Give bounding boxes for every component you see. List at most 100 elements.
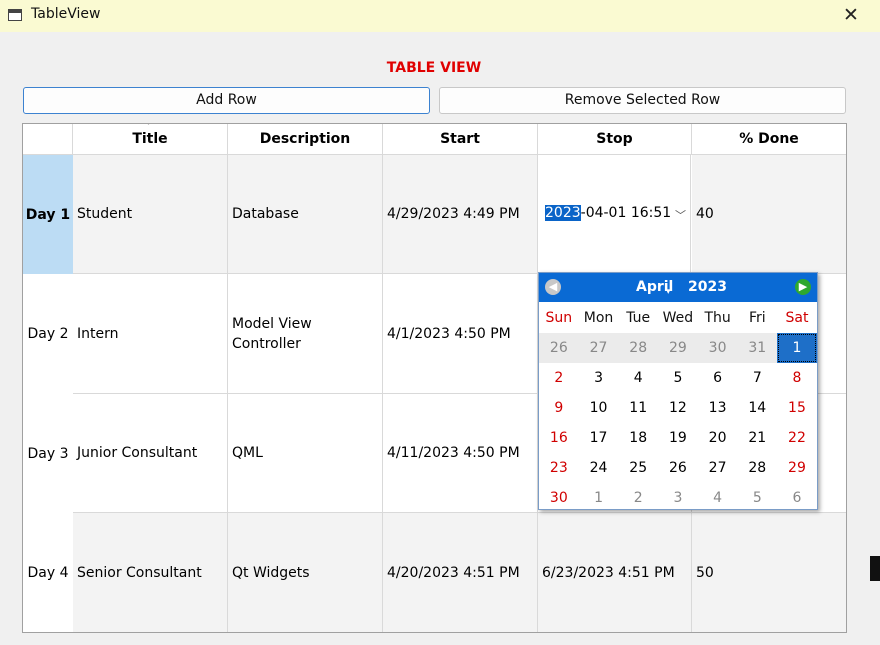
- column-header-description[interactable]: Description: [228, 124, 383, 155]
- cell-title[interactable]: Student: [73, 155, 228, 274]
- calendar-day[interactable]: 8: [777, 363, 817, 393]
- calendar-day[interactable]: 2: [618, 483, 658, 513]
- calendar-day[interactable]: 12: [658, 393, 698, 423]
- datetime-year-segment[interactable]: 2023: [545, 205, 581, 221]
- row-header[interactable]: Day 4: [23, 513, 73, 632]
- column-header-stop[interactable]: Stop: [538, 124, 692, 155]
- calendar-day[interactable]: 3: [658, 483, 698, 513]
- calendar-day[interactable]: 4: [618, 363, 658, 393]
- title-bar: TableView ✕: [0, 0, 880, 32]
- calendar-day[interactable]: 15: [777, 393, 817, 423]
- calendar-week-row: 16 17 18 19 20 21 22: [539, 423, 817, 453]
- calendar-day[interactable]: 27: [698, 453, 738, 483]
- calendar-month-selector[interactable]: April: [636, 279, 673, 297]
- weekday-label: Sun: [545, 310, 573, 326]
- calendar-day[interactable]: 16: [539, 423, 579, 453]
- weekday-label: Thu: [704, 310, 731, 326]
- calendar-day[interactable]: 19: [658, 423, 698, 453]
- row-header[interactable]: Day 1: [23, 155, 73, 274]
- calendar-year-selector[interactable]: 2023: [688, 279, 727, 295]
- calendar-week-row: 26 27 28 29 30 31 1: [539, 333, 817, 363]
- cell-title[interactable]: Intern: [73, 274, 228, 394]
- calendar-popup[interactable]: ◀ April 2023 ▶ Sun Mon Tue Wed Thu Fri S…: [538, 272, 818, 510]
- calendar-day[interactable]: 6: [698, 363, 738, 393]
- cell-percent-done[interactable]: 50: [692, 513, 846, 632]
- row-header[interactable]: Day 3: [23, 394, 73, 513]
- arrow-right-icon[interactable]: ▶: [795, 279, 811, 295]
- calendar-day[interactable]: 29: [658, 333, 698, 363]
- weekday-label: Wed: [662, 310, 694, 326]
- column-header-title[interactable]: ﹀ Title: [73, 124, 228, 155]
- calendar-day[interactable]: 25: [618, 453, 658, 483]
- calendar-day[interactable]: 26: [539, 333, 579, 363]
- calendar-week-row: 9 10 11 12 13 14 15: [539, 393, 817, 423]
- cell-title[interactable]: Senior Consultant: [73, 513, 228, 632]
- calendar-day[interactable]: 30: [539, 483, 579, 513]
- calendar-day[interactable]: 28: [737, 453, 777, 483]
- calendar-day[interactable]: 20: [698, 423, 738, 453]
- calendar-day[interactable]: 13: [698, 393, 738, 423]
- table-corner[interactable]: [23, 124, 73, 155]
- cell-description[interactable]: Database: [228, 155, 383, 274]
- calendar-day[interactable]: 17: [579, 423, 619, 453]
- calendar-day[interactable]: 21: [737, 423, 777, 453]
- calendar-day[interactable]: 29: [777, 453, 817, 483]
- weekday-label: Mon: [583, 310, 614, 326]
- calendar-week-row: 30 1 2 3 4 5 6: [539, 483, 817, 513]
- calendar-day[interactable]: 14: [737, 393, 777, 423]
- cell-description[interactable]: Model View Controller: [228, 274, 383, 394]
- calendar-day-selected[interactable]: 1: [777, 333, 817, 363]
- calendar-day[interactable]: 23: [539, 453, 579, 483]
- calendar-day[interactable]: 22: [777, 423, 817, 453]
- cell-title[interactable]: Junior Consultant: [73, 394, 228, 513]
- calendar-header: ◀ April 2023 ▶: [539, 273, 817, 302]
- cell-start[interactable]: 4/11/2023 4:50 PM: [383, 394, 538, 513]
- cell-description[interactable]: QML: [228, 394, 383, 513]
- calendar-day[interactable]: 3: [579, 363, 619, 393]
- calendar-day[interactable]: 6: [777, 483, 817, 513]
- calendar-day[interactable]: 27: [578, 333, 619, 363]
- background-window-edge: [870, 556, 880, 581]
- chevron-down-icon[interactable]: ﹀: [675, 207, 686, 223]
- weekday-label: Fri: [748, 310, 766, 326]
- calendar-day[interactable]: 9: [539, 393, 579, 423]
- weekday-label: Tue: [626, 310, 651, 326]
- calendar-day[interactable]: 10: [579, 393, 619, 423]
- calendar-day[interactable]: 18: [618, 423, 658, 453]
- column-header-start[interactable]: Start: [383, 124, 538, 155]
- cell-percent-done[interactable]: 40: [692, 155, 846, 274]
- sort-indicator-icon: ﹀: [144, 123, 154, 132]
- calendar-day[interactable]: 26: [658, 453, 698, 483]
- cell-start[interactable]: 4/29/2023 4:49 PM: [383, 155, 538, 274]
- add-row-button[interactable]: Add Row: [23, 87, 430, 114]
- calendar-day[interactable]: 31: [737, 333, 778, 363]
- row-header[interactable]: Day 2: [23, 274, 73, 394]
- calendar-day[interactable]: 24: [579, 453, 619, 483]
- cell-description[interactable]: Qt Widgets: [228, 513, 383, 632]
- calendar-grid: Sun Mon Tue Wed Thu Fri Sat 26 27 28 29 …: [539, 303, 817, 513]
- calendar-day[interactable]: 11: [618, 393, 658, 423]
- calendar-day[interactable]: 30: [697, 333, 738, 363]
- calendar-day[interactable]: 7: [737, 363, 777, 393]
- column-header-percent-done[interactable]: % Done: [692, 124, 846, 155]
- calendar-day[interactable]: 28: [618, 333, 659, 363]
- calendar-day[interactable]: 5: [737, 483, 777, 513]
- calendar-day[interactable]: 2: [539, 363, 579, 393]
- close-icon[interactable]: ✕: [833, 0, 869, 32]
- window-title: TableView: [31, 6, 101, 22]
- cell-start[interactable]: 4/1/2023 4:50 PM: [383, 274, 538, 394]
- weekday-label: Sat: [785, 310, 809, 326]
- calendar-week-row: 23 24 25 26 27 28 29: [539, 453, 817, 483]
- remove-selected-row-button[interactable]: Remove Selected Row: [439, 87, 846, 114]
- calendar-day[interactable]: 1: [579, 483, 619, 513]
- datetime-editor[interactable]: 2023-04-01 16:51 ﹀: [539, 155, 691, 273]
- calendar-day[interactable]: 4: [698, 483, 738, 513]
- arrow-left-icon[interactable]: ◀: [545, 279, 561, 295]
- weekday-row: Sun Mon Tue Wed Thu Fri Sat: [539, 303, 817, 333]
- cell-stop[interactable]: 6/23/2023 4:51 PM: [538, 513, 692, 632]
- window-icon: [8, 9, 22, 21]
- cell-start[interactable]: 4/20/2023 4:51 PM: [383, 513, 538, 632]
- calendar-day[interactable]: 5: [658, 363, 698, 393]
- datetime-rest-segment[interactable]: -04-01 16:51: [581, 205, 672, 221]
- datetime-editor-text[interactable]: 2023-04-01 16:51: [545, 205, 671, 221]
